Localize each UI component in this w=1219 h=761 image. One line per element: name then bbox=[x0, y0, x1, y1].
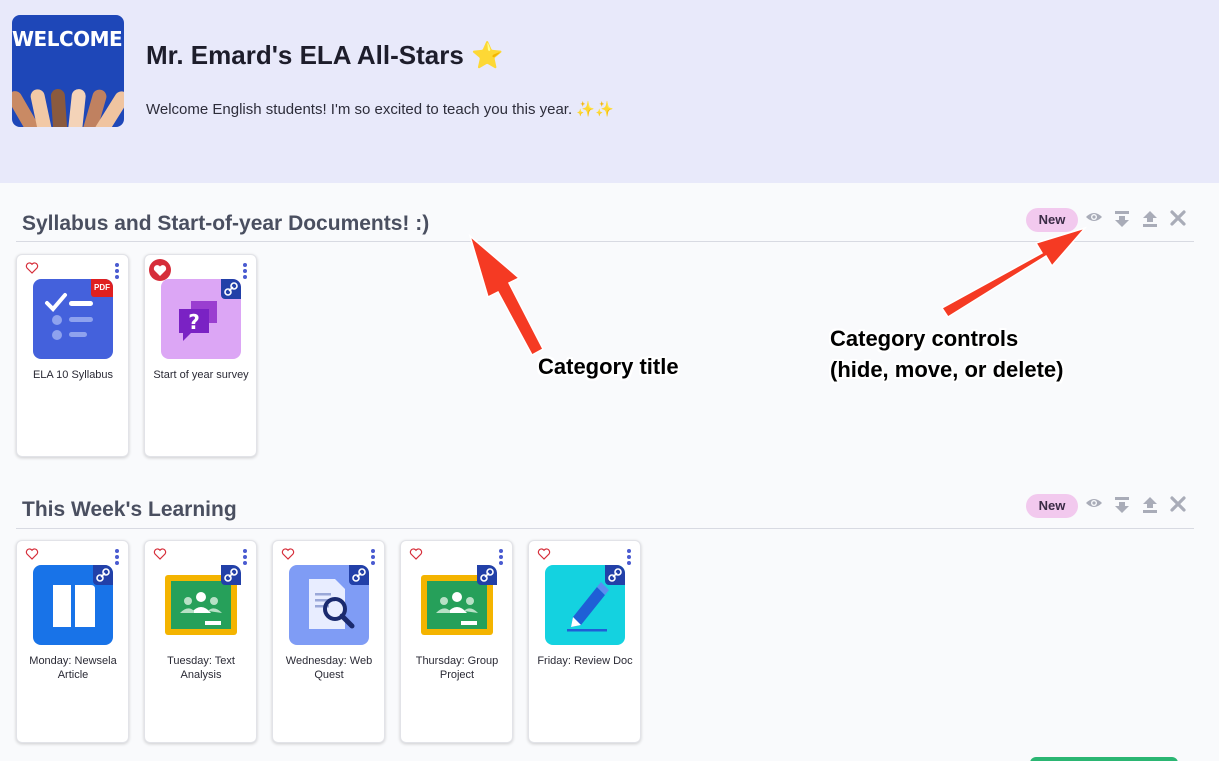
google-classroom-thumbnail bbox=[161, 565, 241, 645]
heart-icon[interactable] bbox=[149, 259, 171, 281]
new-item-button[interactable]: New bbox=[1026, 494, 1078, 518]
review-doc-thumbnail bbox=[545, 565, 625, 645]
kebab-menu-icon[interactable] bbox=[115, 263, 119, 279]
resource-title: Friday: Review Doc bbox=[537, 655, 633, 667]
resource-card[interactable]: PDF ELA 10 Syllabus bbox=[16, 254, 129, 457]
resource-card[interactable]: ? Start of year survey bbox=[144, 254, 257, 457]
link-icon bbox=[221, 279, 241, 299]
section-divider bbox=[16, 528, 1194, 529]
eye-icon[interactable] bbox=[1084, 496, 1104, 516]
hand-graphic bbox=[67, 88, 87, 127]
syllabus-thumbnail: PDF bbox=[33, 279, 113, 359]
kebab-menu-icon[interactable] bbox=[243, 263, 247, 279]
web-quest-thumbnail bbox=[289, 565, 369, 645]
class-description: Welcome English students! I'm so excited… bbox=[146, 101, 614, 118]
resource-title: Tuesday: Text Analysis bbox=[167, 655, 235, 681]
resource-title: Start of year survey bbox=[153, 369, 249, 381]
kebab-menu-icon[interactable] bbox=[499, 549, 503, 565]
class-banner-image: WELCOME! bbox=[12, 15, 124, 127]
heart-icon[interactable] bbox=[281, 547, 295, 561]
move-down-icon[interactable] bbox=[1112, 210, 1132, 230]
heart-icon[interactable] bbox=[409, 547, 423, 561]
link-icon bbox=[221, 565, 241, 585]
resource-title: Wednesday: Web Quest bbox=[285, 655, 373, 681]
resource-card[interactable]: Wednesday: Web Quest bbox=[272, 540, 385, 743]
section-divider bbox=[16, 241, 1194, 242]
hand-graphic bbox=[50, 88, 68, 127]
eye-icon[interactable] bbox=[1084, 210, 1104, 230]
green-action-button[interactable] bbox=[1030, 757, 1178, 761]
class-header: WELCOME! Mr. Emard's ELA All-Stars ⭐ Wel… bbox=[0, 0, 1219, 183]
move-up-icon[interactable] bbox=[1140, 496, 1160, 516]
banner-text: WELCOME! bbox=[12, 27, 124, 51]
newsela-thumbnail bbox=[33, 565, 113, 645]
link-icon bbox=[477, 565, 497, 585]
move-down-icon[interactable] bbox=[1112, 496, 1132, 516]
close-icon[interactable] bbox=[1168, 496, 1188, 516]
category-title[interactable]: Syllabus and Start-of-year Documents! :) bbox=[22, 212, 429, 236]
resource-title: Thursday: Group Project bbox=[415, 655, 499, 681]
link-icon bbox=[93, 565, 113, 585]
kebab-menu-icon[interactable] bbox=[115, 549, 119, 565]
annotation-line: (hide, move, or delete) bbox=[830, 357, 1064, 382]
heart-icon[interactable] bbox=[25, 547, 39, 561]
annotation-category-controls: Category controls (hide, move, or delete… bbox=[830, 323, 1064, 385]
kebab-menu-icon[interactable] bbox=[371, 549, 375, 565]
category-title[interactable]: This Week's Learning bbox=[22, 498, 237, 522]
resource-title: ELA 10 Syllabus bbox=[32, 369, 114, 381]
resource-title: Monday: Newsela Article bbox=[29, 655, 117, 681]
resource-card[interactable]: Thursday: Group Project bbox=[400, 540, 513, 743]
heart-icon[interactable] bbox=[25, 261, 39, 275]
link-icon bbox=[349, 565, 369, 585]
google-classroom-thumbnail bbox=[417, 565, 497, 645]
pdf-badge: PDF bbox=[91, 279, 113, 297]
class-title: Mr. Emard's ELA All-Stars ⭐ bbox=[146, 40, 504, 70]
kebab-menu-icon[interactable] bbox=[627, 549, 631, 565]
move-up-icon[interactable] bbox=[1140, 210, 1160, 230]
survey-thumbnail: ? bbox=[161, 279, 241, 359]
heart-icon[interactable] bbox=[153, 547, 167, 561]
arrow-to-title bbox=[468, 233, 545, 357]
annotation-category-title: Category title bbox=[538, 354, 679, 379]
svg-text:?: ? bbox=[188, 310, 200, 334]
new-item-button[interactable]: New bbox=[1026, 208, 1078, 232]
kebab-menu-icon[interactable] bbox=[243, 549, 247, 565]
heart-icon[interactable] bbox=[537, 547, 551, 561]
annotation-line: Category controls bbox=[830, 326, 1019, 351]
close-icon[interactable] bbox=[1168, 210, 1188, 230]
resource-card[interactable]: Tuesday: Text Analysis bbox=[144, 540, 257, 743]
resource-card[interactable]: Friday: Review Doc bbox=[528, 540, 641, 743]
link-icon bbox=[605, 565, 625, 585]
resource-card[interactable]: Monday: Newsela Article bbox=[16, 540, 129, 743]
